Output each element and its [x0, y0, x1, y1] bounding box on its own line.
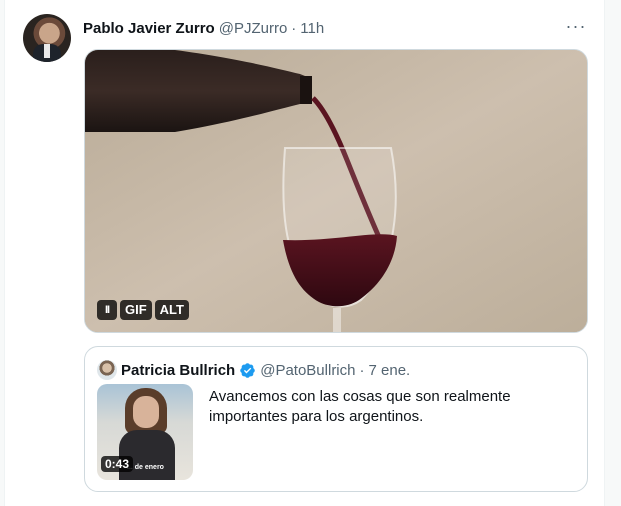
quoted-author-handle: @PatoBullrich	[260, 361, 356, 379]
pause-icon[interactable]: II	[97, 300, 117, 320]
quoted-separator: ·	[359, 361, 365, 379]
video-duration: 0:43	[101, 456, 134, 472]
quoted-text: Avancemos con las cosas que son realment…	[209, 388, 511, 425]
quoted-timestamp: 7 ene.	[368, 361, 411, 379]
quoted-video-thumbnail[interactable]: ... de enero 0:43	[97, 384, 193, 480]
alt-badge[interactable]: ALT	[154, 300, 189, 320]
quoted-author-name: Patricia Bullrich	[121, 361, 236, 379]
gif-media[interactable]: II GIF ALT	[84, 49, 588, 333]
gif-badge: GIF	[120, 300, 152, 320]
verified-badge-icon	[240, 362, 255, 378]
author-name[interactable]: Pablo Javier Zurro	[83, 20, 215, 37]
quoted-header: Patricia Bullrich @PatoBullrich · 7 ene.	[97, 360, 410, 380]
quoted-tweet[interactable]: Patricia Bullrich @PatoBullrich · 7 ene.…	[84, 346, 588, 492]
tweet[interactable]: Pablo Javier Zurro @PJZurro · 11h ··· II…	[4, 0, 605, 506]
tweet-header: Pablo Javier Zurro @PJZurro · 11h	[83, 18, 324, 38]
header-separator: ·	[291, 19, 297, 37]
wine-pour-image	[85, 50, 587, 332]
quoted-author-avatar	[97, 360, 117, 380]
tweet-timestamp[interactable]: 11h	[300, 20, 324, 37]
author-avatar[interactable]	[23, 14, 71, 62]
thumb-body	[119, 430, 175, 480]
thumb-face	[133, 396, 159, 428]
author-handle[interactable]: @PJZurro	[219, 20, 288, 37]
more-horizontal-icon[interactable]: ···	[562, 12, 590, 40]
avatar-collar	[44, 44, 50, 58]
media-badges: II GIF ALT	[97, 300, 189, 320]
